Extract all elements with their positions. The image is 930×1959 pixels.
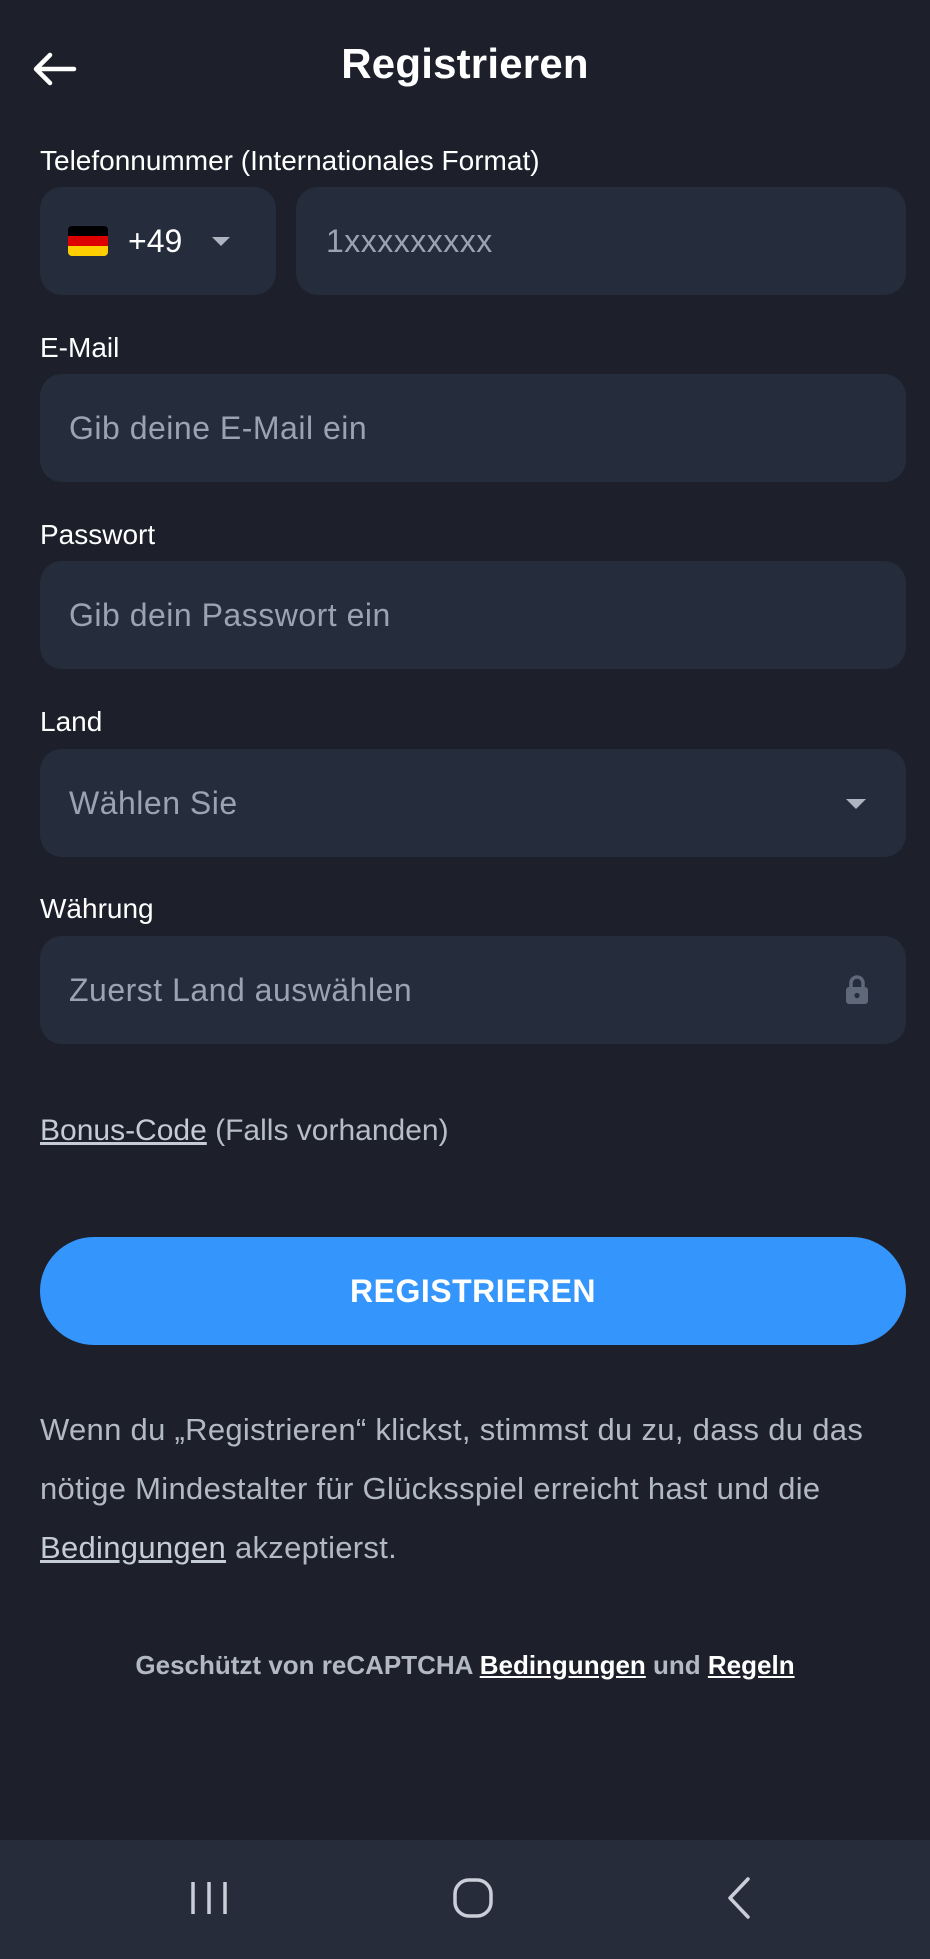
currency-placeholder: Zuerst Land auswählen: [69, 971, 413, 1008]
password-placeholder: Gib dein Passwort ein: [69, 596, 391, 633]
home-button[interactable]: [443, 1868, 503, 1928]
recaptcha-notice: Geschützt von reCAPTCHA Bedingungen und …: [0, 1650, 930, 1681]
header: Registrieren: [0, 0, 930, 134]
country-select[interactable]: Wählen Sie: [40, 749, 906, 857]
terms-text: Wenn du „Registrieren“ klickst, stimmst …: [40, 1400, 910, 1577]
bonus-code-row: Bonus-Code (Falls vorhanden): [40, 1114, 449, 1148]
page-title: Registrieren: [341, 40, 589, 87]
bonus-code-link[interactable]: Bonus-Code: [40, 1114, 207, 1147]
email-label: E-Mail: [40, 332, 120, 363]
phone-label: Telefonnummer (Internationales Format): [40, 145, 540, 176]
home-icon: [453, 1878, 493, 1918]
bonus-code-hint: (Falls vorhanden): [206, 1114, 449, 1147]
back-chevron-icon: [728, 1877, 750, 1919]
germany-flag-icon: [68, 226, 108, 256]
terms-text-after: akzeptierst.: [226, 1530, 398, 1565]
recaptcha-terms-link[interactable]: Bedingungen: [480, 1650, 646, 1680]
recaptcha-middle: und: [645, 1650, 708, 1680]
system-navigation-bar: [0, 1840, 930, 1959]
currency-label: Währung: [40, 893, 154, 924]
terms-text-before: Wenn du „Registrieren“ klickst, stimmst …: [40, 1412, 864, 1506]
phone-placeholder: 1xxxxxxxxx: [326, 222, 493, 259]
chevron-down-icon: [212, 236, 231, 246]
email-placeholder: Gib deine E-Mail ein: [69, 409, 368, 446]
phone-input[interactable]: 1xxxxxxxxx: [296, 187, 906, 295]
country-label: Land: [40, 706, 103, 737]
country-placeholder: Wählen Sie: [69, 784, 238, 821]
lock-icon: [846, 975, 868, 1004]
system-back-button[interactable]: [709, 1868, 769, 1928]
password-input[interactable]: Gib dein Passwort ein: [40, 561, 906, 669]
recent-apps-icon: [191, 1882, 227, 1914]
country-code-select[interactable]: +49: [40, 187, 276, 295]
registration-screen: Registrieren Telefonnummer (Internationa…: [0, 0, 930, 1959]
recaptcha-rules-link[interactable]: Regeln: [708, 1650, 795, 1680]
chevron-down-icon: [846, 799, 866, 809]
dial-code: +49: [128, 222, 183, 259]
recaptcha-prefix: Geschützt von reCAPTCHA: [135, 1650, 480, 1680]
email-input[interactable]: Gib deine E-Mail ein: [40, 374, 906, 482]
password-label: Passwort: [40, 519, 156, 550]
recent-apps-button[interactable]: [179, 1868, 239, 1928]
terms-link[interactable]: Bedingungen: [40, 1530, 226, 1565]
currency-select: Zuerst Land auswählen: [40, 936, 906, 1044]
register-button[interactable]: REGISTRIEREN: [40, 1237, 906, 1345]
